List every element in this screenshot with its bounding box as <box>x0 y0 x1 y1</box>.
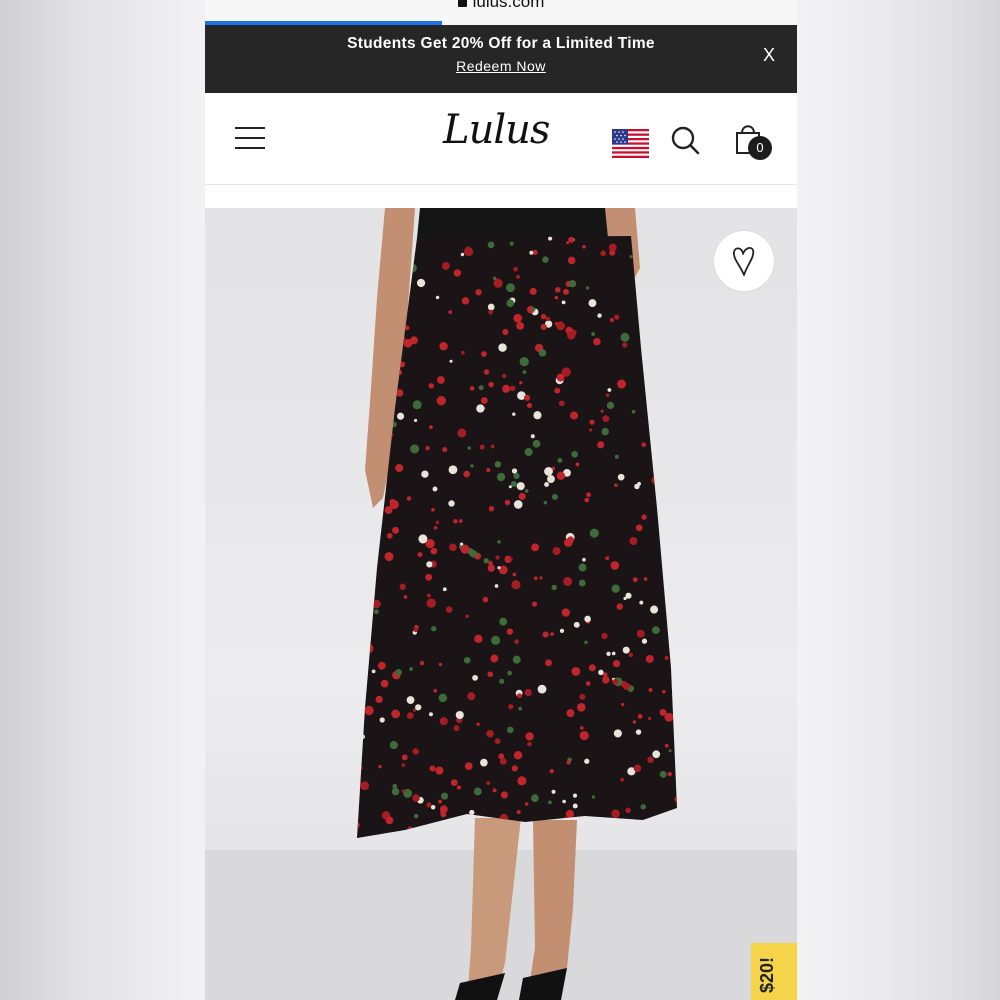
logo[interactable]: Lulus <box>443 107 550 153</box>
cart-count-badge: 0 <box>748 136 772 160</box>
promo-banner: Students Get 20% Off for a Limited Time … <box>205 25 797 93</box>
url-text: lulus.com <box>472 0 545 11</box>
close-icon[interactable]: X <box>763 45 775 66</box>
menu-icon[interactable] <box>235 127 265 151</box>
discount-side-tab[interactable]: $20! <box>751 943 797 1000</box>
url-display[interactable]: lulus.com <box>205 0 797 12</box>
browser-url-bar[interactable]: lulus.com <box>205 0 797 25</box>
heart-icon <box>733 247 755 276</box>
skirt-photo <box>205 208 797 1000</box>
product-image[interactable]: $20! <box>205 208 797 1000</box>
site-header: Lulus 0 <box>205 93 797 185</box>
redeem-now-link[interactable]: Redeem Now <box>205 58 797 74</box>
wishlist-button[interactable] <box>714 231 774 291</box>
mobile-viewport: lulus.com Students Get 20% Off for a Lim… <box>205 0 797 1000</box>
discount-side-tab-label: $20! <box>757 956 777 993</box>
search-icon[interactable] <box>670 125 700 155</box>
promo-title: Students Get 20% Off for a Limited Time <box>347 35 655 52</box>
us-flag-icon[interactable] <box>612 129 649 158</box>
lock-icon <box>457 0 467 7</box>
